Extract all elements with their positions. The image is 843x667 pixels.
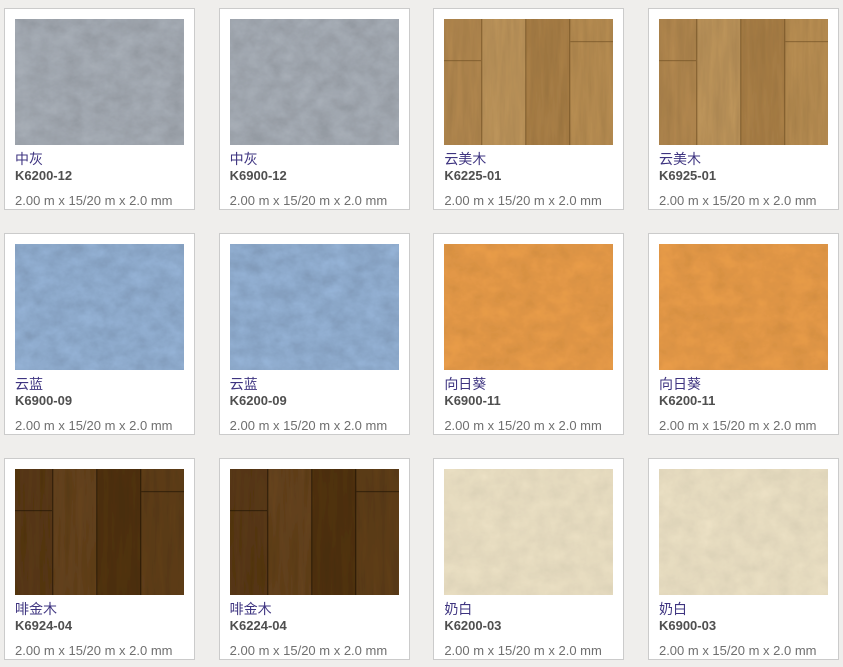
blue-stone-swatch[interactable] xyxy=(230,244,399,370)
product-dimensions: 2.00 m x 15/20 m x 2.0 mm xyxy=(444,643,613,659)
product-code: K6200-09 xyxy=(230,393,399,409)
product-code: K6900-09 xyxy=(15,393,184,409)
product-card[interactable]: 云蓝 K6900-09 2.00 m x 15/20 m x 2.0 mm xyxy=(4,233,195,435)
product-card[interactable]: 啡金木 K6224-04 2.00 m x 15/20 m x 2.0 mm xyxy=(219,458,410,660)
product-name-link[interactable]: 中灰 xyxy=(230,150,399,168)
orange-stone-swatch[interactable] xyxy=(659,244,828,370)
product-card[interactable]: 中灰 K6200-12 2.00 m x 15/20 m x 2.0 mm xyxy=(4,8,195,210)
product-name-link[interactable]: 奶白 xyxy=(659,600,828,618)
product-code: K6200-11 xyxy=(659,393,828,409)
light-wood-swatch[interactable] xyxy=(444,19,613,145)
product-name-link[interactable]: 向日葵 xyxy=(659,375,828,393)
product-card[interactable]: 向日葵 K6200-11 2.00 m x 15/20 m x 2.0 mm xyxy=(648,233,839,435)
product-card[interactable]: 云美木 K6225-01 2.00 m x 15/20 m x 2.0 mm xyxy=(433,8,624,210)
product-dimensions: 2.00 m x 15/20 m x 2.0 mm xyxy=(659,418,828,434)
product-code: K6924-04 xyxy=(15,618,184,634)
product-name-link[interactable]: 云美木 xyxy=(659,150,828,168)
product-dimensions: 2.00 m x 15/20 m x 2.0 mm xyxy=(15,643,184,659)
cream-stone-swatch[interactable] xyxy=(444,469,613,595)
product-card[interactable]: 云美木 K6925-01 2.00 m x 15/20 m x 2.0 mm xyxy=(648,8,839,210)
product-name-link[interactable]: 云美木 xyxy=(444,150,613,168)
blue-stone-swatch[interactable] xyxy=(15,244,184,370)
product-grid: 中灰 K6200-12 2.00 m x 15/20 m x 2.0 mm 中灰… xyxy=(4,8,839,660)
product-code: K6200-03 xyxy=(444,618,613,634)
product-name-link[interactable]: 云蓝 xyxy=(15,375,184,393)
product-code: K6900-03 xyxy=(659,618,828,634)
product-name-link[interactable]: 向日葵 xyxy=(444,375,613,393)
product-name-link[interactable]: 中灰 xyxy=(15,150,184,168)
product-dimensions: 2.00 m x 15/20 m x 2.0 mm xyxy=(659,193,828,209)
product-name-link[interactable]: 啡金木 xyxy=(15,600,184,618)
product-name-link[interactable]: 啡金木 xyxy=(230,600,399,618)
product-code: K6224-04 xyxy=(230,618,399,634)
product-code: K6225-01 xyxy=(444,168,613,184)
product-card[interactable]: 云蓝 K6200-09 2.00 m x 15/20 m x 2.0 mm xyxy=(219,233,410,435)
product-name-link[interactable]: 奶白 xyxy=(444,600,613,618)
product-dimensions: 2.00 m x 15/20 m x 2.0 mm xyxy=(444,418,613,434)
product-dimensions: 2.00 m x 15/20 m x 2.0 mm xyxy=(15,193,184,209)
product-card[interactable]: 奶白 K6900-03 2.00 m x 15/20 m x 2.0 mm xyxy=(648,458,839,660)
product-card[interactable]: 啡金木 K6924-04 2.00 m x 15/20 m x 2.0 mm xyxy=(4,458,195,660)
product-catalog-page: 中灰 K6200-12 2.00 m x 15/20 m x 2.0 mm 中灰… xyxy=(0,0,843,667)
product-code: K6200-12 xyxy=(15,168,184,184)
cream-stone-swatch[interactable] xyxy=(659,469,828,595)
product-name-link[interactable]: 云蓝 xyxy=(230,375,399,393)
product-code: K6900-11 xyxy=(444,393,613,409)
orange-stone-swatch[interactable] xyxy=(444,244,613,370)
product-dimensions: 2.00 m x 15/20 m x 2.0 mm xyxy=(444,193,613,209)
product-card[interactable]: 奶白 K6200-03 2.00 m x 15/20 m x 2.0 mm xyxy=(433,458,624,660)
product-code: K6900-12 xyxy=(230,168,399,184)
gray-stone-swatch[interactable] xyxy=(15,19,184,145)
product-card[interactable]: 中灰 K6900-12 2.00 m x 15/20 m x 2.0 mm xyxy=(219,8,410,210)
gray-stone-swatch[interactable] xyxy=(230,19,399,145)
light-wood-swatch[interactable] xyxy=(659,19,828,145)
product-dimensions: 2.00 m x 15/20 m x 2.0 mm xyxy=(659,643,828,659)
dark-wood-swatch[interactable] xyxy=(230,469,399,595)
product-dimensions: 2.00 m x 15/20 m x 2.0 mm xyxy=(230,193,399,209)
product-dimensions: 2.00 m x 15/20 m x 2.0 mm xyxy=(230,418,399,434)
product-dimensions: 2.00 m x 15/20 m x 2.0 mm xyxy=(15,418,184,434)
product-dimensions: 2.00 m x 15/20 m x 2.0 mm xyxy=(230,643,399,659)
product-card[interactable]: 向日葵 K6900-11 2.00 m x 15/20 m x 2.0 mm xyxy=(433,233,624,435)
product-code: K6925-01 xyxy=(659,168,828,184)
dark-wood-swatch[interactable] xyxy=(15,469,184,595)
